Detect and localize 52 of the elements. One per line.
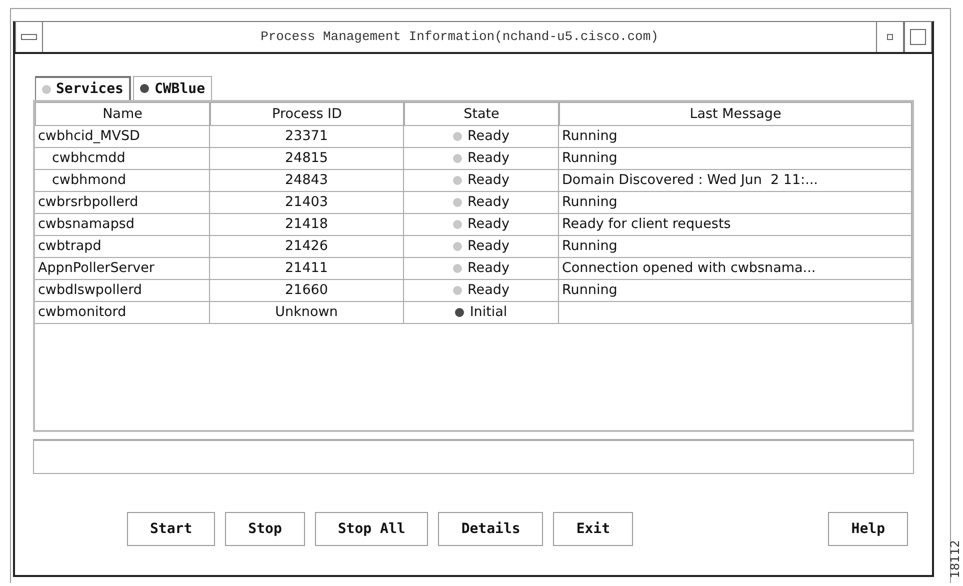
state-label: Ready [468,237,510,256]
state-label: Ready [468,259,510,278]
window-title: Process Management Information(nchand-u5.cisco.com) [260,28,660,46]
table-cell: cwbdlswpollerd [35,280,210,302]
table-cell: 24815 [210,148,404,170]
action-button[interactable]: Stop All [314,512,428,546]
action-button[interactable]: Stop [225,512,305,546]
table-cell: cwbmonitord [35,302,210,324]
table-cell: 21660 [210,280,404,302]
column-header[interactable]: State [404,102,559,126]
state-label: Ready [468,215,510,234]
minimize-button[interactable] [876,22,904,52]
state-label: Ready [468,193,510,212]
column-header[interactable]: Process ID [210,102,404,126]
table-cell: Running [559,236,912,258]
table-cell: cwbhcmdd [35,148,210,170]
table-cell: AppnPollerServer [35,258,210,280]
table-cell: cwbtrapd [35,236,210,258]
table-cell: 23371 [210,126,404,148]
table-cell: 24843 [210,170,404,192]
table-cell: Domain Discovered : Wed Jun 2 11:... [559,170,912,192]
table-cell: Running [559,148,912,170]
table-cell: cwbhmond [35,170,210,192]
table-cell: 21426 [210,236,404,258]
table-cell: Connection opened with cwbsnama... [559,258,912,280]
action-button[interactable]: Start [127,512,216,546]
table-cell: Running [559,280,912,302]
column-header[interactable]: Name [35,102,210,126]
window-menu-button[interactable] [15,22,43,52]
table-cell: cwbsnamapsd [35,214,210,236]
table-cell: 21411 [210,258,404,280]
state-label: Initial [470,303,508,322]
maximize-button[interactable] [904,22,932,52]
table-cell: cwbrsrbpollerd [35,192,210,214]
table-cell: cwbhcid_MVSD [35,126,210,148]
table-cell: 21418 [210,214,404,236]
table-cell: Unknown [210,302,404,324]
table-cell: 21403 [210,192,404,214]
tab[interactable]: Services [35,76,132,100]
state-label: Ready [468,149,510,168]
state-label: Ready [468,281,510,300]
table-cell: Running [559,126,912,148]
action-button[interactable]: Details [438,512,544,546]
column-header[interactable]: Last Message [559,102,912,126]
state-label: Ready [468,127,510,146]
figure-number: 18112 [948,540,962,578]
state-label: Ready [468,171,510,190]
help-button[interactable]: Help [828,512,908,546]
action-button[interactable]: Exit [553,512,634,546]
table-cell: Running [559,192,912,214]
tab[interactable]: CWBlue [133,76,212,100]
table-cell: Ready for client requests [559,214,912,236]
